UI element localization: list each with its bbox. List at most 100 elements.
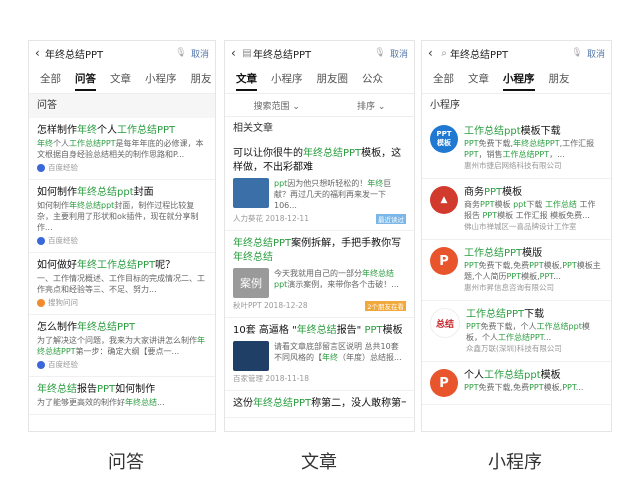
qa-panel: ‹ 年终总结PPT 🎙 取消 全部 问答 文章 小程序 朋友 问答 怎样制作年终…	[28, 40, 216, 432]
tab-qa[interactable]: 问答	[75, 65, 96, 93]
item-title: 可以让你很牛的年终总结PPT模板，这样做，不出彩都难	[233, 148, 402, 173]
search-input[interactable]: 年终总结PPT	[450, 46, 571, 61]
caption-article: 文章	[301, 452, 337, 473]
article-search-icon: ▤	[242, 47, 252, 59]
search-bar[interactable]: ‹ 年终总结PPT 🎙 取消	[29, 41, 215, 65]
chevron-down-icon: ⌄	[377, 101, 386, 112]
back-icon[interactable]: ‹	[428, 46, 438, 60]
tab-miniprogram[interactable]: 小程序	[503, 65, 535, 93]
ppt-template-icon: PPT 模板	[430, 125, 458, 153]
item-company: 众鑫万联(深圳)科技有限公司	[466, 344, 562, 353]
cancel-button[interactable]: 取消	[390, 47, 408, 60]
item-source: 百度经验	[48, 360, 78, 369]
back-icon[interactable]: ‹	[231, 46, 241, 60]
tab-all[interactable]: 全部	[40, 65, 61, 93]
tab-miniprogram[interactable]: 小程序	[271, 65, 303, 93]
miniprogram-item[interactable]: ▲ 商务PPT模板 商务PPT模板 ppt下载 工作总结 工作报告 PPT模板 …	[422, 179, 611, 240]
mountain-logo-icon: ▲	[430, 186, 458, 214]
item-desc: 如何制作年终总结ppt封面，制作过程比较复杂，主要利用了形状和ok插件，现在就分…	[37, 201, 199, 232]
powerpoint-icon: P	[430, 369, 458, 397]
tab-miniprogram[interactable]: 小程序	[145, 65, 177, 93]
item-title: 怎么制作年终总结PPT	[37, 322, 136, 333]
item-title: 年终总结报告PPT如何制作	[37, 384, 156, 395]
cancel-button[interactable]: 取消	[191, 47, 209, 60]
tab-article[interactable]: 文章	[110, 65, 131, 93]
list-item[interactable]: 怎样制作年终个人工作总结PPT 年终个人工作总结PPT是每年年底的必修课，本文根…	[29, 118, 215, 180]
miniprogram-panel: ‹ ⌕ 年终总结PPT 🎙 取消 全部 文章 小程序 朋友 小程序 PPT 模板…	[421, 40, 612, 432]
tab-all[interactable]: 全部	[433, 65, 454, 93]
search-bar[interactable]: ‹ ▤ 年终总结PPT 🎙 取消	[225, 41, 414, 65]
item-title: 工作总结PPT模版	[464, 248, 543, 259]
summary-logo-icon: 总结	[430, 308, 460, 338]
search-bar[interactable]: ‹ ⌕ 年终总结PPT 🎙 取消	[422, 41, 611, 65]
chevron-down-icon: ⌄	[292, 101, 300, 112]
back-icon[interactable]: ‹	[35, 46, 45, 60]
section-title: 问答	[29, 94, 215, 118]
miniprogram-item[interactable]: PPT 模板 工作总结ppt模板下载 PPT免费下载,年终总结PPT,工作汇报P…	[422, 118, 611, 179]
baidu-icon	[37, 236, 45, 245]
search-input[interactable]: 年终总结PPT	[45, 46, 175, 61]
baidu-icon	[37, 360, 45, 369]
article-thumbnail	[233, 178, 269, 208]
filter-sort[interactable]: 排序 ⌄	[357, 99, 385, 112]
miniprogram-item[interactable]: 总结 工作总结PPT下载 PPT免费下载，个人工作总结ppt模板，个人工作总结P…	[422, 301, 611, 362]
item-title: 个人工作总结ppt模板	[464, 370, 561, 381]
item-title: 如何做好年终工作总结PPT呢？	[37, 260, 176, 271]
caption-qa: 问答	[108, 452, 144, 473]
section-title: 相关文章	[225, 117, 414, 141]
item-desc: 年终个人工作总结PPT是每年年底的必修课，本文根据自身经验总结相关的制作思路和P…	[37, 139, 204, 159]
microphone-icon[interactable]: 🎙	[571, 48, 583, 58]
item-title: 商务PPT模板	[464, 187, 523, 198]
article-panel: ‹ ▤ 年终总结PPT 🎙 取消 文章 小程序 朋友圈 公众 搜索范围 ⌄ 排序…	[224, 40, 415, 432]
baidu-icon	[37, 163, 45, 172]
list-item[interactable]: 怎么制作年终总结PPT 为了解决这个问题，我来为大家讲讲怎么制作年终总结PPT第…	[29, 315, 215, 377]
item-title: 如何制作年终总结ppt封面	[37, 187, 154, 198]
item-title: 10套 高逼格 "年终总结报告" PPT模板	[233, 325, 403, 336]
article-item[interactable]: 年终总结PPT案例拆解，手把手教你写年终总结 案例 今天我就用自己的一部分年终总…	[225, 231, 414, 318]
tab-moments[interactable]: 朋友圈	[317, 65, 349, 93]
item-title: 年终总结PPT案例拆解，手把手教你写年终总结	[233, 238, 402, 263]
tab-article[interactable]: 文章	[468, 65, 489, 93]
item-desc: 今天我就用自己的一部分年终总结ppt演示案例，来带你各个击破！...	[274, 269, 399, 289]
item-desc: ppt因为他只想听轻松的！年终巨献？再过几天的福利再来发一下106...	[274, 179, 392, 210]
tab-bar: 文章 小程序 朋友圈 公众	[225, 65, 414, 94]
item-title: 工作总结PPT下载	[466, 309, 545, 320]
miniprogram-item[interactable]: P 工作总结PPT模版 PPT免费下载,免费PPT模板,PPT模板主题,个人简历…	[422, 240, 611, 301]
powerpoint-icon: P	[430, 247, 458, 275]
item-desc: 商务PPT模板 ppt下载 工作总结 工作报告 PPT模板 工作汇报 模板免费.…	[464, 200, 596, 220]
list-item[interactable]: 年终总结报告PPT如何制作 为了能够更高效的制作好年终总结...	[29, 377, 215, 415]
tab-moments[interactable]: 朋友	[191, 65, 212, 93]
item-desc: 为了解决这个问题，我来为大家讲讲怎么制作年终总结PPT第一步：确定大纲【要点一.…	[37, 336, 205, 356]
filter-scope[interactable]: 搜索范围 ⌄	[254, 99, 300, 112]
cancel-button[interactable]: 取消	[587, 47, 605, 60]
article-thumbnail: 案例	[233, 268, 269, 298]
item-desc: PPT免费下载,免费PPT模板,PPT模板主题,个人简历PPT模板,PPT...	[464, 261, 601, 281]
microphone-icon[interactable]: 🎙	[175, 48, 187, 58]
tab-bar: 全部 文章 小程序 朋友	[422, 65, 611, 94]
article-item[interactable]: 10套 高逼格 "年终总结报告" PPT模板 请看文章底部留言区说明 总共10套…	[225, 318, 414, 391]
item-desc: 为了能够更高效的制作好年终总结...	[37, 398, 165, 407]
item-source: 百家管理 2018-11-18	[233, 374, 309, 383]
item-company: 惠州市捷启网络科技有限公司	[464, 161, 562, 170]
tab-moments[interactable]: 朋友	[549, 65, 570, 93]
miniprogram-item[interactable]: P 个人工作总结ppt模板 PPT免费下载,免费PPT模板,PPT...	[422, 362, 611, 405]
item-title: 怎样制作年终个人工作总结PPT	[37, 125, 176, 136]
item-desc: PPT免费下载,免费PPT模板,PPT...	[464, 383, 584, 392]
tab-official[interactable]: 公众	[362, 65, 383, 93]
item-desc: 请看文章底部留言区说明 总共10套不同风格的【年终（年度）总结报...	[274, 342, 402, 362]
item-source: 搜狗问问	[48, 298, 78, 307]
search-input[interactable]: 年终总结PPT	[253, 46, 374, 61]
filter-bar: 搜索范围 ⌄ 排序 ⌄	[225, 94, 414, 117]
article-item[interactable]: 这份年终总结PPT称第二，没人敢称第一	[225, 391, 414, 418]
list-item[interactable]: 如何制作年终总结ppt封面 如何制作年终总结ppt封面，制作过程比较复杂，主要利…	[29, 180, 215, 253]
article-item[interactable]: 可以让你很牛的年终总结PPT模板，这样做，不出彩都难 ppt因为他只想听轻松的！…	[225, 141, 414, 231]
item-company: 佛山市禅城区一喜品牌设计工作室	[464, 222, 577, 231]
tab-article[interactable]: 文章	[236, 65, 257, 93]
tab-bar: 全部 问答 文章 小程序 朋友	[29, 65, 215, 94]
item-desc: PPT免费下载，个人工作总结ppt模板，个人工作总结PPT...	[466, 322, 590, 342]
microphone-icon[interactable]: 🎙	[374, 48, 386, 58]
list-item[interactable]: 如何做好年终工作总结PPT呢？ 一、工作情况概述、工作目标的完成情况二、工作亮点…	[29, 253, 215, 315]
item-source: 百度经验	[48, 163, 78, 172]
read-badge: 最近读过	[376, 213, 406, 224]
friends-badge: 2个朋友在看	[365, 300, 406, 311]
